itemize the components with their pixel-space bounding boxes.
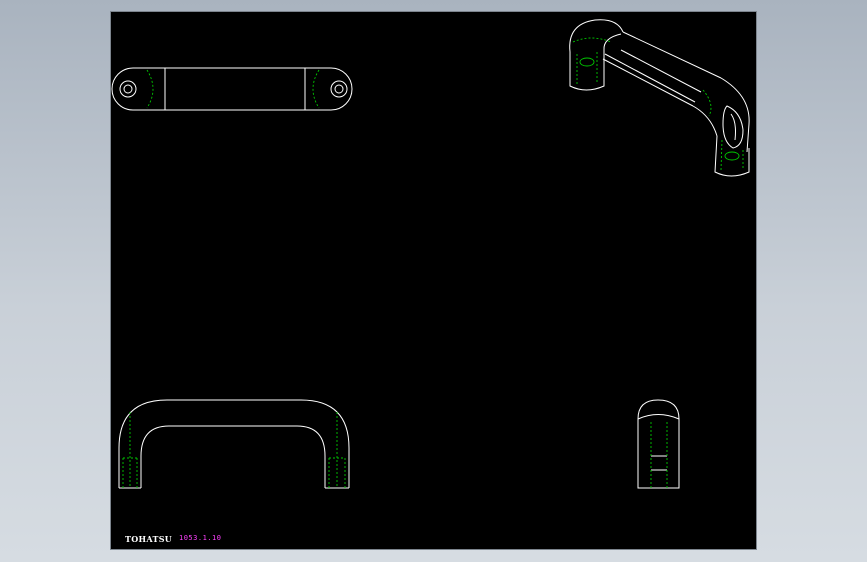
part-code-label: 1053.1.10 <box>179 534 222 542</box>
front-view-outer <box>118 399 350 488</box>
isometric-view <box>569 19 750 177</box>
iso-left-post <box>569 50 605 91</box>
side-view-cap <box>637 414 680 420</box>
top-view-hidden-left <box>146 69 154 109</box>
iso-right-bend-inner <box>692 105 718 137</box>
iso-right-post <box>714 135 750 177</box>
top-view-outline <box>111 67 353 111</box>
top-view-hole-left-inner <box>123 84 133 94</box>
drawing-sheet: TOHATSU 1053.1.10 <box>110 11 757 550</box>
iso-right-bend <box>720 77 750 153</box>
brand-label: TOHATSU <box>125 534 173 544</box>
iso-left-post-hidden <box>576 52 598 84</box>
iso-right-hole <box>724 151 740 161</box>
iso-right-slot <box>722 105 744 149</box>
iso-bar-bottom-edge-2 <box>602 58 694 107</box>
top-view-hole-right-outer <box>330 80 348 98</box>
cad-drawing <box>111 19 750 489</box>
front-view <box>118 399 350 489</box>
front-view-inner <box>140 425 326 488</box>
iso-bar-front-edge <box>620 49 702 93</box>
top-view-hidden-right <box>312 69 320 109</box>
side-view-hidden <box>650 422 668 488</box>
iso-left-hole <box>579 57 595 67</box>
top-view <box>111 67 353 111</box>
side-view <box>637 399 680 489</box>
side-view-outline <box>637 399 680 489</box>
iso-bar-bottom-edge <box>604 53 696 103</box>
iso-right-bend-hidden <box>702 89 712 117</box>
top-view-hole-left-outer <box>119 80 137 98</box>
iso-left-bend-inner <box>603 33 622 51</box>
iso-left-bend-hidden <box>572 37 612 43</box>
iso-right-slot-inner <box>730 113 736 141</box>
top-view-hole-right-inner <box>334 84 344 94</box>
